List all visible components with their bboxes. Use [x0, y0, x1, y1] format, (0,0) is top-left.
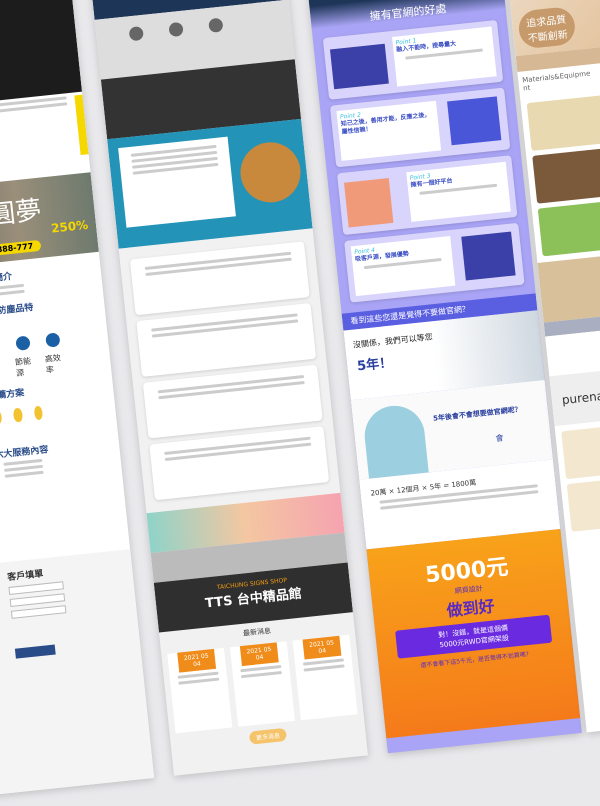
section-heading: 推薦方案: [0, 387, 25, 402]
banner-title: 圓夢: [0, 195, 43, 231]
feature-item: 高效率: [42, 329, 67, 376]
service-list: [119, 228, 341, 513]
service-card: [142, 364, 323, 439]
tabs-section: [107, 118, 313, 249]
illustration: [343, 178, 394, 228]
follow-question: 5年後會不會想要做官網呢？: [432, 405, 522, 423]
cake-image: [237, 139, 304, 206]
illustration: [329, 43, 389, 90]
form-title: 客戶填單: [6, 569, 44, 584]
service-card: [149, 426, 330, 501]
form-field[interactable]: [10, 605, 67, 619]
service-card: [129, 241, 310, 316]
form-field[interactable]: [9, 593, 66, 607]
plan-icon: [13, 407, 23, 423]
product-tile[interactable]: [537, 199, 600, 257]
answer-text: 會: [495, 433, 505, 444]
collage: 0800-888-777 圓夢 250% 0800-888-777 服務簡介 預…: [0, 0, 600, 806]
illustration: [447, 96, 502, 146]
reassure-text: 沒關係，我們可以等您: [352, 332, 434, 350]
more-news-button[interactable]: 更多消息: [249, 727, 287, 745]
woman-photo: [361, 402, 429, 479]
news-date: 2021 05 04: [177, 648, 217, 673]
purenana-grid: [555, 406, 600, 539]
service-icon: [128, 25, 144, 42]
banner-percent: 250%: [50, 217, 89, 236]
service-icon: [208, 17, 224, 33]
hero-line: 不斷創新: [527, 29, 569, 45]
years-text: 5年！: [356, 355, 393, 375]
service-icon: [168, 21, 184, 38]
product-grid: [520, 78, 600, 263]
section-heading: 預防防塵品特色: [0, 302, 34, 319]
contact-form: 客戶填單: [0, 549, 155, 799]
product-tile[interactable]: [526, 93, 600, 151]
section-heading: 服務簡介: [0, 272, 13, 286]
product-tile[interactable]: [561, 425, 600, 480]
brand-name: purenana: [561, 387, 600, 408]
section-heading: 六大服務內容: [0, 444, 49, 461]
form-field[interactable]: [8, 581, 64, 596]
rocket-icon: [45, 332, 61, 348]
news-date: 2021 05 04: [302, 635, 342, 660]
feature-item: 節能源: [12, 332, 37, 379]
hotline-button[interactable]: 0800-888-777: [0, 239, 42, 259]
product-tile[interactable]: [532, 146, 600, 204]
plan-icon: [33, 405, 44, 420]
service-card: [136, 302, 317, 377]
product-tile[interactable]: [566, 478, 600, 532]
submit-button[interactable]: [14, 644, 56, 659]
plan-icon: [0, 409, 3, 425]
price-section: 5000元 網頁設計 做到好 對！沒錯，就是這個價 5000元RWD官網架設 還不…: [366, 529, 581, 739]
illustration: [461, 231, 516, 281]
news-date: 2021 05 04: [239, 642, 279, 666]
calendar-icon: [15, 335, 31, 351]
